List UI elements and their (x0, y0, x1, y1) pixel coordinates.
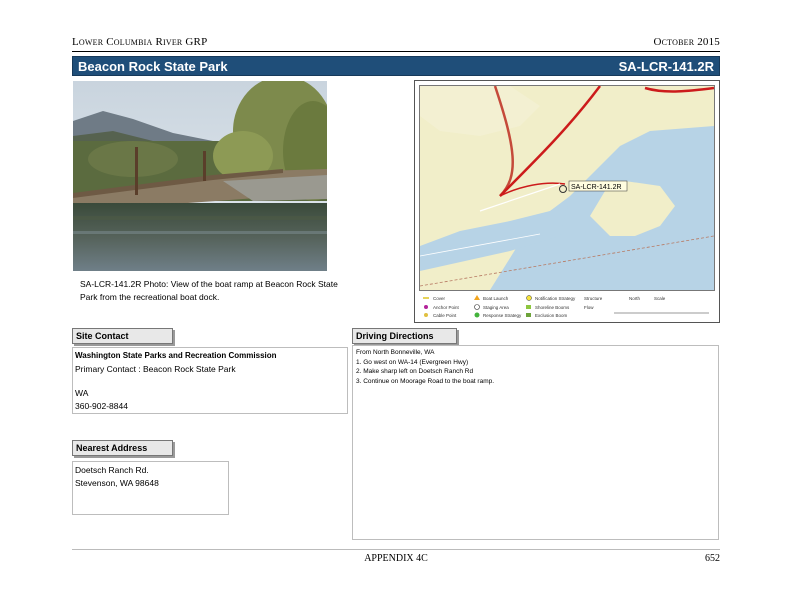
map-legend: Cover Anchor Point Cable Point Boat Laun… (419, 293, 715, 321)
footer-rule (72, 549, 720, 550)
direction-line: 3. Continue on Moorage Road to the boat … (356, 377, 495, 385)
svg-text:Scale: Scale (654, 296, 666, 301)
contact-phone: 360-902-8844 (75, 400, 128, 411)
direction-line: 1. Go west on WA-14 (Evergreen Hwy) (356, 358, 469, 366)
site-map[interactable]: SA-LCR-141.2R Cover Anchor Point Cable P… (414, 80, 720, 323)
header-rule (72, 51, 720, 52)
site-name: Beacon Rock State Park (78, 59, 228, 74)
address-line-2: Stevenson, WA 98648 (75, 477, 159, 488)
contact-primary: Primary Contact : Beacon Rock State Park (75, 363, 236, 374)
nearest-address-label: Nearest Address (72, 440, 173, 456)
svg-text:Staging Area: Staging Area (483, 305, 509, 310)
map-site-label: SA-LCR-141.2R (571, 184, 622, 191)
site-title-bar: Beacon Rock State Park SA-LCR-141.2R (72, 56, 720, 76)
svg-text:Structure: Structure (584, 296, 603, 301)
header-left: Lower Columbia River GRP (72, 36, 208, 48)
svg-text:Flow: Flow (584, 305, 594, 310)
driving-directions-box: From North Bonneville, WA 1. Go west on … (352, 345, 719, 540)
map-canvas[interactable]: SA-LCR-141.2R (419, 85, 715, 291)
photo-caption: SA-LCR-141.2R Photo: View of the boat ra… (80, 279, 338, 302)
footer-appendix: APPENDIX 4C (364, 553, 428, 564)
direction-line: 2. Make sharp left on Doetsch Ranch Rd (356, 368, 474, 375)
site-contact-label: Site Contact (72, 328, 173, 344)
svg-text:Boat Launch: Boat Launch (483, 296, 509, 301)
direction-line: From North Bonneville, WA (356, 349, 435, 356)
site-photo (73, 81, 327, 271)
site-contact-box: Washington State Parks and Recreation Co… (72, 347, 348, 414)
svg-text:North: North (629, 296, 641, 301)
contact-org: Washington State Parks and Recreation Co… (75, 351, 277, 360)
svg-text:Anchor Point: Anchor Point (433, 305, 460, 310)
header-right: October 2015 (653, 36, 720, 48)
page-number: 652 (705, 553, 720, 564)
nearest-address-box: Doetsch Ranch Rd. Stevenson, WA 98648 (72, 461, 229, 515)
svg-text:Notification Strategy: Notification Strategy (535, 296, 576, 301)
svg-text:Cover: Cover (433, 296, 446, 301)
svg-text:Shoreline Booms: Shoreline Booms (535, 305, 570, 310)
address-line-1: Doetsch Ranch Rd. (75, 465, 149, 475)
svg-text:Exclusion Boom: Exclusion Boom (535, 313, 568, 318)
svg-text:Cable Point: Cable Point (433, 313, 457, 318)
driving-directions-label: Driving Directions (352, 328, 457, 344)
svg-text:Response Strategy: Response Strategy (483, 313, 522, 318)
site-code: SA-LCR-141.2R (618, 59, 714, 74)
contact-state: WA (75, 388, 89, 398)
